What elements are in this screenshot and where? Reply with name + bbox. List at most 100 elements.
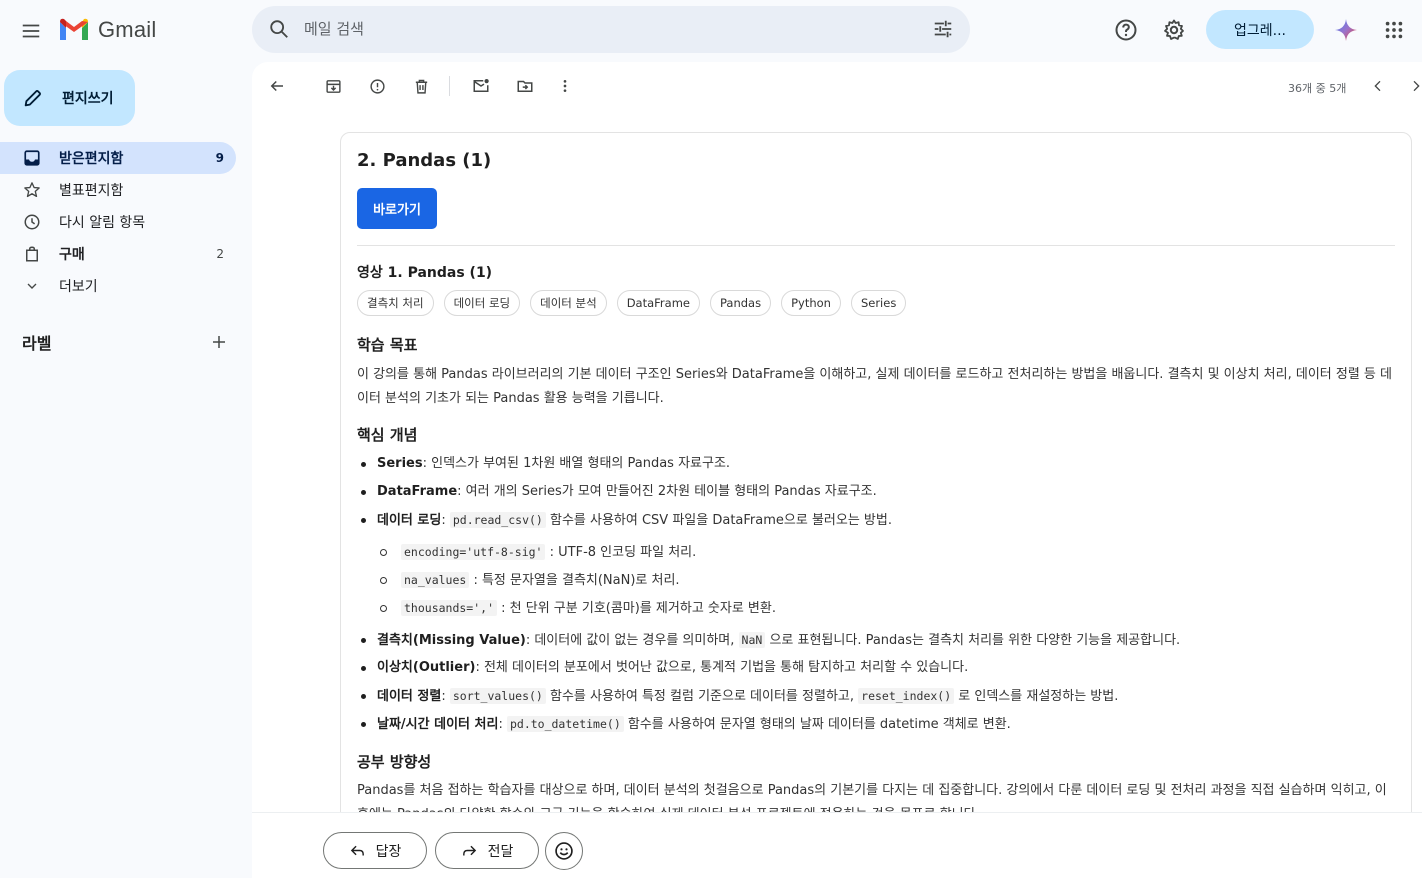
delete-button[interactable] [405,70,437,102]
labels-header: 라벨 [22,330,228,354]
list-item: DataFrame: 여러 개의 Series가 모여 만들어진 2차원 테이블… [357,478,1397,506]
direction-heading: 공부 방향성 [357,753,432,771]
sidebar-nav: 받은편지함 9 별표편지함 다시 알림 항목 구매 2 더보기 [0,142,236,302]
add-label-icon[interactable] [210,333,228,351]
inbox-icon [22,148,42,168]
pencil-icon [24,90,41,107]
list-item: na_values : 특정 문자열을 결측치(NaN)로 처리. [357,566,1397,594]
gmail-m-icon [60,18,88,40]
tag-chip: 데이터 로딩 [443,290,521,316]
toolbar-divider [449,76,450,96]
arrow-left-icon [270,80,283,92]
sidebar-item-label: 구매 [59,247,85,263]
list-item: 데이터 정렬: sort_values() 함수를 사용하여 특정 컬럼 기준으… [357,682,1397,710]
tag-chip: 결측치 처리 [357,290,434,316]
compose-button[interactable]: 편지쓰기 [4,70,135,126]
sidebar-item-more[interactable]: 더보기 [0,270,236,302]
section-title: 2. Pandas (1) [357,150,492,171]
tag-chip: Python [781,290,841,316]
chevron-right-icon [1413,80,1420,92]
newer-button[interactable] [1362,70,1394,102]
message-pane: 36개 중 5개 2. Pandas (1) 바로가기 영상 1. Pandas… [252,62,1422,878]
more-options-button[interactable] [549,70,581,102]
main-menu-button[interactable] [14,14,48,48]
top-bar: Gmail 업그레... [0,0,1422,62]
card-divider [357,245,1395,246]
tag-chip: 데이터 분석 [530,290,607,316]
sidebar-item-snoozed[interactable]: 다시 알림 항목 [0,206,236,238]
list-item: 데이터 로딩: pd.read_csv() 함수를 사용하여 CSV 파일을 D… [357,506,1397,534]
clock-icon [22,212,42,232]
mark-unread-button[interactable] [465,70,497,102]
compose-label: 편지쓰기 [62,91,114,107]
lesson-card: 2. Pandas (1) 바로가기 영상 1. Pandas (1) 결측치 … [340,132,1412,812]
reply-bar: 답장 전달 [252,812,1422,878]
report-icon [369,78,385,94]
report-spam-button[interactable] [361,70,393,102]
search-bar [252,6,970,53]
concepts-heading: 핵심 개념 [357,426,418,444]
sidebar-item-label: 더보기 [59,279,98,295]
chevron-left-icon [1374,80,1381,92]
tag-chip: Series [850,290,907,316]
tag-chip: Pandas [709,290,772,316]
sidebar-item-inbox[interactable]: 받은편지함 9 [0,142,236,174]
sidebar-item-label: 받은편지함 [59,151,124,167]
search-icon[interactable] [268,18,290,40]
sidebar-item-label: 별표편지함 [59,183,124,199]
gemini-button[interactable] [1328,12,1364,48]
tag-chip: DataFrame [616,290,700,316]
list-item: thousands=',' : 천 단위 구분 기호(콤마)를 제거하고 숫자로… [357,594,1397,622]
folder-move-icon [517,80,533,92]
list-item: 이상치(Outlier): 전체 데이터의 분포에서 벗어난 값으로, 통계적 … [357,654,1397,682]
star-icon [22,180,42,200]
gmail-logo[interactable]: Gmail [58,14,156,46]
support-button[interactable] [1108,12,1144,48]
archive-icon [325,79,341,93]
forward-icon [462,845,476,856]
archive-button[interactable] [317,70,349,102]
help-icon [1115,19,1137,41]
gemini-sparkle-icon [1335,19,1357,41]
settings-button[interactable] [1156,12,1192,48]
list-item: encoding='utf-8-sig' : UTF-8 인코딩 파일 처리. [357,538,1397,566]
more-vert-icon [563,80,567,92]
tag-list: 결측치 처리 데이터 로딩 데이터 분석 DataFrame Pandas Py… [357,290,907,316]
sidebar-item-starred[interactable]: 별표편지함 [0,174,236,206]
goal-heading: 학습 목표 [357,336,418,354]
back-button[interactable] [261,70,293,102]
emoji-reaction-button[interactable] [545,832,583,870]
older-button[interactable] [1400,70,1422,102]
upgrade-button[interactable]: 업그레... [1206,10,1314,49]
apps-button[interactable] [1376,12,1412,48]
reply-label: 답장 [375,843,402,860]
apps-grid-icon [1385,21,1403,39]
forward-button[interactable]: 전달 [435,832,539,869]
hamburger-icon [22,24,40,38]
list-item: Series: 인덱스가 부여된 1차원 배열 형태의 Pandas 자료구조. [357,450,1397,478]
app-name: Gmail [98,17,157,42]
goal-paragraph: 이 강의를 통해 Pandas 라이브러리의 기본 데이터 구조인 Series… [357,367,1392,406]
pagination-label: 36개 중 5개 [1288,82,1347,95]
sidebar-item-purchases[interactable]: 구매 2 [0,238,236,270]
inbox-unread-count: 9 [215,151,224,165]
move-to-button[interactable] [509,70,541,102]
emoji-icon [555,842,573,860]
list-item: 결측치(Missing Value): 데이터에 값이 없는 경우를 의미하며,… [357,626,1397,654]
forward-label: 전달 [487,843,514,860]
message-body-scroll[interactable]: 2. Pandas (1) 바로가기 영상 1. Pandas (1) 결측치 … [252,110,1422,812]
shopping-bag-icon [22,244,42,264]
sidebar-item-label: 다시 알림 항목 [59,215,146,231]
list-item: 날짜/시간 데이터 처리: pd.to_datetime() 함수를 사용하여 … [357,710,1397,738]
direction-paragraph: Pandas를 처음 접하는 학습자를 대상으로 하며, 데이터 분석의 첫걸음… [357,783,1387,812]
purchases-count: 2 [216,247,224,261]
trash-icon [415,79,427,94]
message-toolbar: 36개 중 5개 [252,62,1422,110]
search-options-icon[interactable] [932,18,954,40]
search-input[interactable] [304,16,904,42]
reply-button[interactable]: 답장 [323,832,427,869]
go-button[interactable]: 바로가기 [357,188,437,229]
chevron-down-icon [22,276,42,296]
gear-icon [1164,19,1184,40]
video-title: 영상 1. Pandas (1) [357,265,493,281]
